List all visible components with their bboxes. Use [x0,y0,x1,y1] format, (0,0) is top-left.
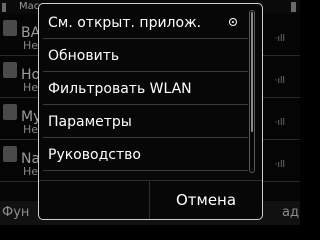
wlan-signal-icon: ·ıll [274,76,285,86]
wlan-signal-icon: ·ıll [274,160,285,170]
scrollbar-thumb[interactable] [251,12,253,132]
options-menu-popup: См. открыт. прилож. Обновить Фильтровать… [38,3,263,220]
menu-item-label: Обновить [48,48,120,64]
menu-item-filter-wlan[interactable]: Фильтровать WLAN [39,73,248,105]
wlan-icon [3,62,17,78]
wlan-signal-icon: ·ıll [274,34,285,44]
wlan-icon [3,20,17,36]
radio-selected-icon [229,18,237,26]
network-status: Не [23,123,39,136]
left-softkey[interactable] [39,181,150,219]
menu-item-label: Параметры [48,114,132,130]
cancel-button[interactable]: Отмена [150,181,262,219]
menu-item-open-apps[interactable]: См. открыт. прилож. [39,7,248,39]
wlan-signal-icon: ·ıll [274,118,285,128]
back-softkey: ад [282,205,299,220]
menu-item-label: Фильтровать WLAN [48,81,192,97]
menu-item-settings[interactable]: Параметры [39,106,248,138]
signal-strength-icon [2,3,6,12]
menu-item-refresh[interactable]: Обновить [39,40,248,72]
screen: Мас BA Не ·ıll Но Не ·ıll My Не ·ıll Na … [0,0,300,225]
menu-item-label: Руководство [48,147,141,163]
app-title: Мас [19,1,40,12]
menu-scrollbar[interactable] [249,10,255,173]
battery-icon [291,2,296,12]
wlan-icon [3,104,17,120]
network-status: Не [23,81,39,94]
wlan-icon [3,146,17,162]
menu-item-label: См. открыт. прилож. [48,15,202,31]
functions-softkey: Фун [2,205,30,220]
network-status: Не [23,39,39,52]
menu-item-help[interactable]: Руководство [39,139,248,171]
popup-softkeys: Отмена [39,180,262,219]
network-status: Не [23,165,39,178]
